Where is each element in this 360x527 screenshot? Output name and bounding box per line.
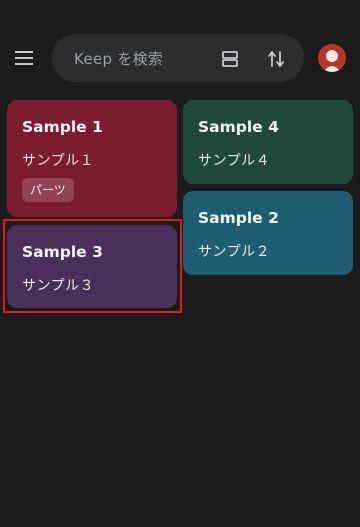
avatar[interactable] (318, 44, 346, 72)
grid-view-icon (222, 51, 238, 67)
view-toggle-button[interactable] (217, 46, 243, 72)
menu-icon (15, 51, 33, 65)
note-card-sample-4[interactable]: Sample 4 サンプル４ (183, 100, 353, 184)
label-chip[interactable]: パーツ (22, 178, 74, 202)
note-body: サンプル４ (198, 153, 271, 169)
avatar-image (318, 44, 346, 72)
search-placeholder: Keep を検索 (74, 50, 164, 68)
note-title: Sample 4 (198, 118, 279, 136)
top-app-bar: Keep を検索 (0, 0, 360, 90)
sort-button[interactable] (263, 46, 289, 72)
search-bar[interactable]: Keep を検索 (52, 34, 304, 82)
note-body: サンプル１ (22, 153, 95, 169)
note-title: Sample 1 (22, 118, 103, 136)
note-title: Sample 2 (198, 209, 279, 227)
note-body: サンプル３ (22, 278, 95, 294)
sort-icon (268, 51, 284, 67)
note-card-sample-3[interactable]: Sample 3 サンプル３ (7, 225, 177, 308)
note-card-sample-2[interactable]: Sample 2 サンプル２ (183, 191, 353, 275)
menu-button[interactable] (9, 43, 39, 73)
note-card-sample-1[interactable]: Sample 1 サンプル１ パーツ (7, 100, 177, 217)
note-title: Sample 3 (22, 243, 103, 261)
note-body: サンプル２ (198, 244, 271, 260)
